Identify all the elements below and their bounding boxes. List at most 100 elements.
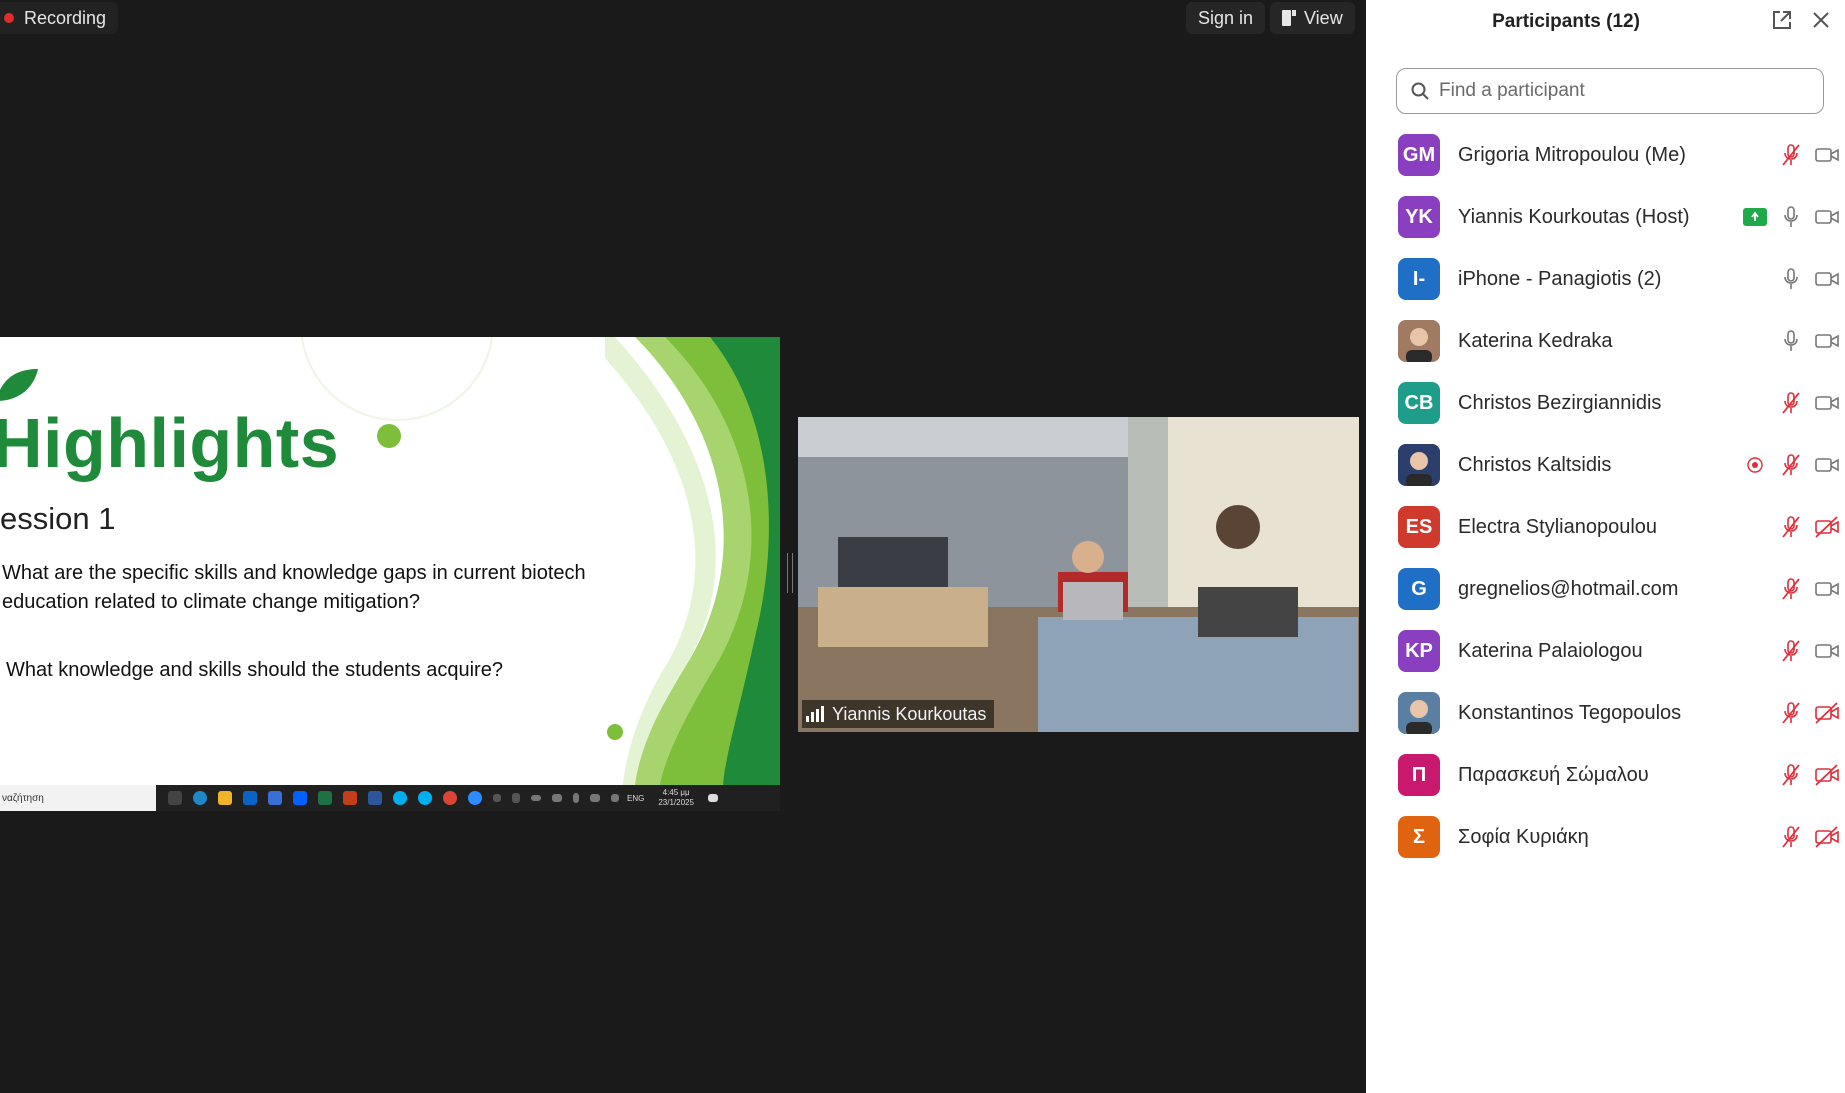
word-icon xyxy=(368,791,382,805)
participant-row[interactable]: I-iPhone - Panagiotis (2) xyxy=(1366,248,1845,310)
video-icon[interactable] xyxy=(1809,576,1845,602)
mic-icon[interactable] xyxy=(1773,204,1809,230)
onedrive-icon xyxy=(531,795,541,801)
taskbar-language: ENG xyxy=(627,793,645,803)
avatar: Σ xyxy=(1398,816,1440,858)
presentation-slide: Highlights ession 1 What are the specifi… xyxy=(0,337,780,785)
avatar: Π xyxy=(1398,754,1440,796)
avatar-initials: Σ xyxy=(1412,825,1425,848)
avatar-initials: I- xyxy=(1412,267,1426,290)
mic-muted-icon[interactable] xyxy=(1773,762,1809,788)
tray-chevron-icon xyxy=(493,794,501,802)
video-icon[interactable] xyxy=(1809,452,1845,478)
mic-muted-icon[interactable] xyxy=(1773,638,1809,664)
taskbar-time: 4:45 μμ xyxy=(662,788,690,797)
tray-icon xyxy=(512,793,520,803)
video-icon[interactable] xyxy=(1809,142,1845,168)
recording-indicator[interactable]: Recording xyxy=(0,2,119,34)
video-off-icon[interactable] xyxy=(1809,762,1845,788)
search-input[interactable] xyxy=(1437,79,1801,103)
slide-subtitle: ession 1 xyxy=(0,501,116,536)
participant-row[interactable]: KP Katerina Palaiologou xyxy=(1366,620,1845,682)
video-tile[interactable]: Yiannis Kourkoutas xyxy=(798,417,1359,732)
participant-controls xyxy=(1773,700,1845,726)
video-icon[interactable] xyxy=(1809,204,1845,230)
video-off-icon[interactable] xyxy=(1809,700,1845,726)
video-off-icon[interactable] xyxy=(1809,514,1845,540)
taskbar-clock: 4:45 μμ 23/1/2025 xyxy=(658,788,694,808)
search-icon xyxy=(1411,82,1429,100)
participant-name: Christos Kaltsidis xyxy=(1458,453,1612,476)
participant-row[interactable]: CB Christos Bezirgiannidis xyxy=(1366,372,1845,434)
participant-row[interactable]: YK Yiannis Kourkoutas (Host) xyxy=(1366,186,1845,248)
participant-name: Yiannis Kourkoutas (Host) xyxy=(1458,205,1690,228)
mic-muted-icon[interactable] xyxy=(1773,390,1809,416)
participant-name: Electra Stylianopoulou xyxy=(1458,515,1658,538)
leaf-icon xyxy=(0,369,38,401)
notification-icon xyxy=(707,794,718,802)
recording-label: Recording xyxy=(24,7,107,28)
recording-dot-icon xyxy=(4,13,14,23)
video-participant-name: Yiannis Kourkoutas xyxy=(832,703,987,724)
video-icon[interactable] xyxy=(1809,266,1845,292)
mic-muted-icon[interactable] xyxy=(1773,514,1809,540)
participant-row[interactable]: ES Electra Stylianopoulou xyxy=(1366,496,1845,558)
participant-row[interactable]: GM Grigoria Mitropoulou (Me) xyxy=(1366,124,1845,186)
participant-row[interactable]: Konstantinos Tegopoulos xyxy=(1366,682,1845,744)
task-view-icon xyxy=(168,791,182,805)
participant-controls xyxy=(1737,452,1845,478)
slide-question-2: What knowledge and skills should the stu… xyxy=(6,659,503,681)
participant-row[interactable]: Ggregnelios@hotmail.com xyxy=(1366,558,1845,620)
mic-muted-icon[interactable] xyxy=(1773,700,1809,726)
participant-row[interactable]: Σ Σοφία Κυριάκη xyxy=(1366,806,1845,868)
avatar-initials: CB xyxy=(1404,391,1434,414)
meeting-stage: Recording Sign in View Highlights ession… xyxy=(0,0,1365,1093)
mic-muted-icon[interactable] xyxy=(1773,142,1809,168)
mic-muted-icon[interactable] xyxy=(1773,824,1809,850)
avatar-initials: Π xyxy=(1411,763,1427,786)
avatar-photo xyxy=(1398,692,1440,734)
avatar: CB xyxy=(1398,382,1440,424)
battery-icon xyxy=(552,794,562,802)
participant-search[interactable] xyxy=(1396,68,1824,114)
video-off-icon[interactable] xyxy=(1809,824,1845,850)
mic-muted-icon[interactable] xyxy=(1773,576,1809,602)
slide-title: Highlights xyxy=(0,404,340,482)
slide-question-1: What are the specific skills and knowled… xyxy=(2,562,586,613)
shared-screen[interactable]: Highlights ession 1 What are the specifi… xyxy=(0,337,780,811)
mic-tray-icon xyxy=(573,793,579,803)
dropbox-icon xyxy=(293,791,307,805)
video-icon[interactable] xyxy=(1809,638,1845,664)
mic-muted-icon[interactable] xyxy=(1773,452,1809,478)
avatar: ES xyxy=(1398,506,1440,548)
avatar-initials: GM xyxy=(1402,143,1436,166)
avatar: YK xyxy=(1398,196,1440,238)
popout-icon[interactable] xyxy=(1771,9,1793,31)
avatar-initials: YK xyxy=(1405,205,1433,228)
video-icon[interactable] xyxy=(1809,328,1845,354)
avatar-photo xyxy=(1398,444,1440,486)
participant-name: iPhone - Panagiotis (2) xyxy=(1458,267,1662,290)
avatar xyxy=(1398,444,1440,486)
participant-row[interactable]: Katerina Kedraka xyxy=(1366,310,1845,372)
participant-row[interactable]: Christos Kaltsidis xyxy=(1366,434,1845,496)
participant-controls xyxy=(1773,390,1845,416)
split-view-handle[interactable] xyxy=(787,553,793,593)
video-icon[interactable] xyxy=(1809,390,1845,416)
powerpoint-icon xyxy=(343,791,357,805)
sign-in-button[interactable]: Sign in xyxy=(1186,2,1266,34)
participant-row[interactable]: Π Παρασκευή Σώμαλου xyxy=(1366,744,1845,806)
slide-dot-large xyxy=(377,424,401,448)
participant-name: Konstantinos Tegopoulos xyxy=(1458,701,1682,724)
avatar-initials: ES xyxy=(1405,515,1433,538)
mic-icon[interactable] xyxy=(1773,328,1809,354)
participant-name: Katerina Palaiologou xyxy=(1458,639,1643,662)
chrome-icon xyxy=(443,791,457,805)
slide-dot-small xyxy=(607,724,623,740)
participant-controls xyxy=(1773,576,1845,602)
view-button[interactable]: View xyxy=(1270,2,1355,34)
taskbar-date: 23/1/2025 xyxy=(658,798,694,807)
close-icon[interactable] xyxy=(1810,9,1832,31)
mic-icon[interactable] xyxy=(1773,266,1809,292)
skype-business-icon xyxy=(418,791,432,805)
